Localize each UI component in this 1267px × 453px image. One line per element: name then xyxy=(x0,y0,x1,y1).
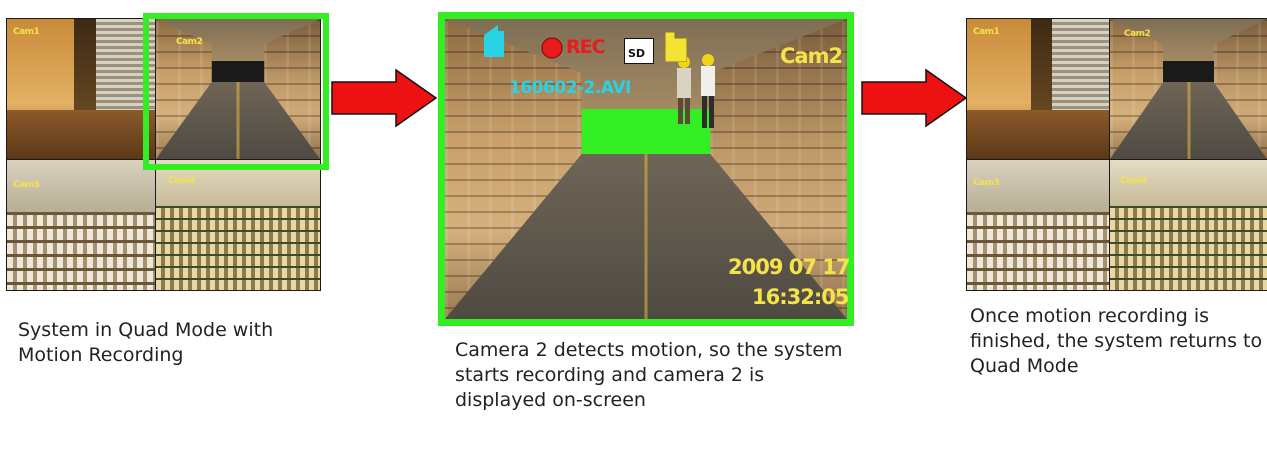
quad-cell-cam3: Cam3 xyxy=(7,160,155,290)
cam-label: Cam1 xyxy=(13,27,40,37)
record-dot-icon xyxy=(541,37,563,59)
sd-label: SD xyxy=(628,47,646,60)
motion-highlight-frame xyxy=(143,13,329,170)
caption-quad-after: Once motion recording is finished, the s… xyxy=(970,305,1263,377)
cam-label: Cam3 xyxy=(13,180,40,190)
cam-label: Cam3 xyxy=(973,178,1000,188)
right-arrow-icon xyxy=(861,68,968,128)
recording-filename: 160602-2.AVI xyxy=(509,78,631,98)
right-arrow-icon xyxy=(331,68,438,128)
quad-cell-cam1: Cam1 xyxy=(7,19,155,159)
quad-cell-cam4: Cam4 xyxy=(1110,160,1267,290)
cam-label: Cam4 xyxy=(168,176,195,186)
quad-view-after: Cam1 Cam2 Cam3 Cam4 xyxy=(966,18,1267,291)
signal-icon xyxy=(484,25,504,57)
workers-figure xyxy=(677,54,715,128)
cam-label: Cam4 xyxy=(1120,176,1147,186)
camera-label: Cam2 xyxy=(780,44,843,68)
sd-card-icon: SD xyxy=(624,38,654,64)
cam-label: Cam1 xyxy=(973,27,1000,37)
recording-time: 16:32:05 xyxy=(752,285,849,309)
caption-recording: Camera 2 detects motion, so the system s… xyxy=(455,339,843,411)
single-camera-view: REC SD Cam2 160602-2.AVI 2009 07 17 16:3… xyxy=(438,12,854,326)
quad-cell-cam2: Cam2 xyxy=(1110,19,1267,159)
quad-cell-cam4: Cam4 xyxy=(156,160,320,290)
cam-label: Cam2 xyxy=(1124,29,1151,39)
quad-cell-cam3: Cam3 xyxy=(967,160,1109,290)
folder-icon xyxy=(665,32,687,62)
rec-indicator: REC xyxy=(566,36,606,58)
recording-date: 2009 07 17 xyxy=(728,255,851,279)
caption-quad-before: System in Quad Mode with Motion Recordin… xyxy=(18,319,274,366)
quad-cell-cam1: Cam1 xyxy=(967,19,1109,159)
